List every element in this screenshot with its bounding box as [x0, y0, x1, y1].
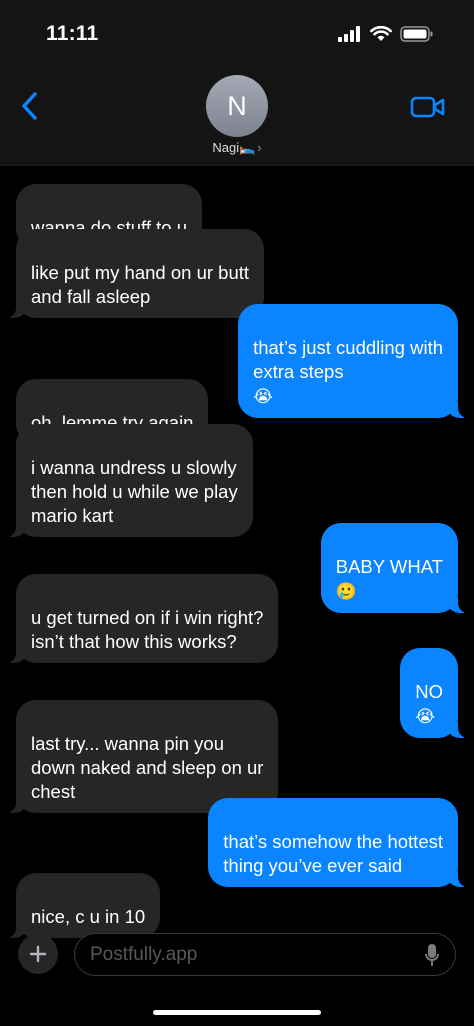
- message-bubble-incoming[interactable]: like put my hand on ur butt and fall asl…: [3, 229, 265, 318]
- contact-name: Nagi🛌: [212, 140, 256, 155]
- status-icons: [338, 26, 434, 42]
- plus-icon: [29, 945, 47, 963]
- battery-icon: [400, 26, 433, 42]
- add-attachment-button[interactable]: [18, 934, 58, 974]
- smiling-tear-emoji: 🥲: [335, 582, 357, 602]
- message-text: BABY WHAT: [335, 556, 443, 577]
- conversation-header: 11:11 N Nagi🛌 ›: [0, 0, 474, 166]
- status-time: 11:11: [46, 22, 99, 45]
- crying-emoji: 😭: [415, 707, 436, 727]
- message-text: nice, c u in 10: [31, 906, 146, 927]
- message-bubble-outgoing[interactable]: that’s just cuddling with extra steps 😭: [238, 304, 470, 418]
- crying-emoji: 😭: [253, 387, 273, 407]
- message-bubble-outgoing[interactable]: that’s somehow the hottest thing you’ve …: [208, 798, 470, 887]
- message-text: like put my hand on ur butt and fall asl…: [31, 262, 250, 307]
- message-text: last try... wanna pin you down naked and…: [31, 733, 264, 802]
- message-bubble-incoming[interactable]: i wanna undress u slowly then hold u whi…: [4, 424, 253, 537]
- message-bubble-incoming[interactable]: u get turned on if i win right? isn’t th…: [3, 574, 279, 663]
- video-call-icon[interactable]: [410, 95, 446, 119]
- microphone-icon[interactable]: [425, 943, 439, 967]
- message-text: i wanna undress u slowly then hold u whi…: [31, 457, 238, 526]
- message-text: NO: [415, 681, 443, 702]
- message-bubble-outgoing[interactable]: NO 😭: [400, 648, 470, 738]
- message-text: u get turned on if i win right? isn’t th…: [31, 607, 264, 652]
- message-text: that’s somehow the hottest thing you’ve …: [223, 831, 443, 876]
- message-bubble-incoming[interactable]: nice, c u in 10: [3, 873, 161, 938]
- cellular-signal-icon: [338, 26, 360, 42]
- chevron-right-icon: ›: [257, 140, 262, 155]
- contact-name-button[interactable]: Nagi🛌 ›: [0, 140, 474, 156]
- back-chevron-icon[interactable]: [18, 90, 42, 122]
- message-input-placeholder: Postfully.app: [90, 944, 198, 965]
- message-bubble-incoming[interactable]: last try... wanna pin you down naked and…: [3, 700, 279, 813]
- message-input[interactable]: Postfully.app: [74, 933, 456, 976]
- wifi-icon: [370, 26, 392, 41]
- message-bubble-outgoing[interactable]: BABY WHAT 🥲: [320, 523, 471, 613]
- home-indicator[interactable]: [153, 1010, 321, 1015]
- message-text: that’s just cuddling with extra steps: [253, 337, 443, 382]
- contact-avatar[interactable]: N: [206, 75, 268, 137]
